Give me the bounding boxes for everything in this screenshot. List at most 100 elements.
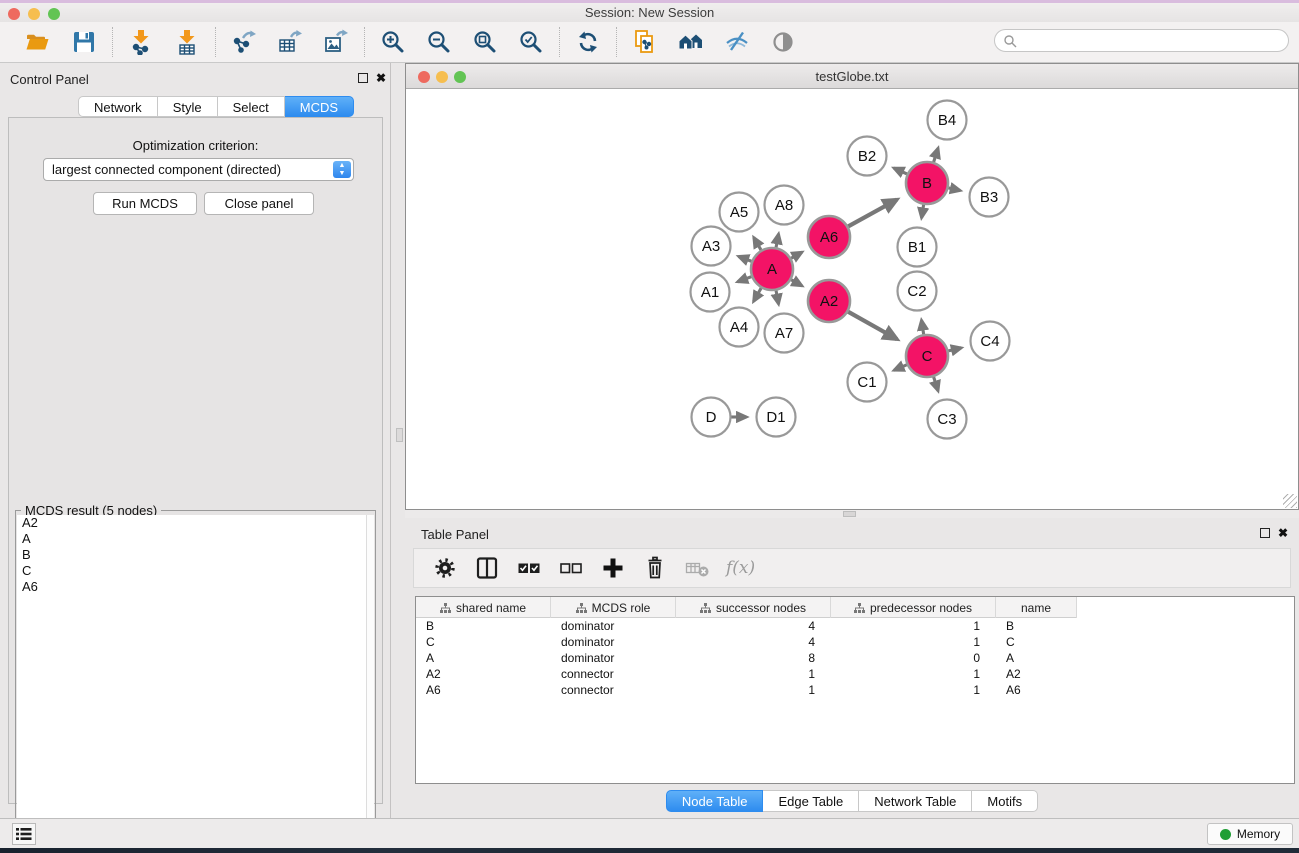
cell-name[interactable]: A	[996, 650, 1077, 666]
node-A2[interactable]: A2	[808, 280, 850, 322]
edge-A-A3[interactable]	[739, 256, 752, 261]
close-panel-button[interactable]: Close panel	[204, 192, 314, 215]
cell-MCDS-role[interactable]: dominator	[551, 650, 676, 666]
cell-name[interactable]: A6	[996, 682, 1077, 698]
export-image-icon[interactable]	[322, 28, 350, 56]
mcds-result-item[interactable]: A2	[17, 515, 368, 531]
mcds-result-item[interactable]: A	[17, 531, 368, 547]
node-D1[interactable]: D1	[757, 398, 796, 437]
run-mcds-button[interactable]: Run MCDS	[93, 192, 197, 215]
import-network-icon[interactable]	[127, 28, 155, 56]
table-row[interactable]: Adominator80A	[416, 650, 1077, 666]
network-window-titlebar[interactable]: testGlobe.txt	[406, 64, 1298, 89]
node-B4[interactable]: B4	[928, 101, 967, 140]
node-A5[interactable]: A5	[720, 193, 759, 232]
cell-predecessor-nodes[interactable]: 0	[831, 650, 996, 666]
table-tab-motifs[interactable]: Motifs	[972, 790, 1038, 812]
hide-panel-icon[interactable]	[723, 28, 751, 56]
edge-A2-C[interactable]	[848, 312, 897, 339]
edge-C-C1[interactable]	[894, 365, 907, 371]
cell-shared-name[interactable]: A2	[416, 666, 551, 682]
table-tab-network-table[interactable]: Network Table	[859, 790, 972, 812]
import-table-icon[interactable]	[173, 28, 201, 56]
zoom-in-icon[interactable]	[379, 28, 407, 56]
node-C4[interactable]: C4	[971, 322, 1010, 361]
show-all-networks-icon[interactable]	[677, 28, 705, 56]
window-minimize-traffic-light[interactable]	[436, 71, 448, 83]
edge-C-C4[interactable]	[948, 348, 961, 351]
task-history-button[interactable]	[12, 823, 36, 845]
column-header-successor-nodes[interactable]: successor nodes	[676, 597, 831, 618]
zoom-traffic-light[interactable]	[48, 8, 60, 20]
tab-mcds[interactable]: MCDS	[285, 96, 354, 117]
cell-predecessor-nodes[interactable]: 1	[831, 682, 996, 698]
cell-successor-nodes[interactable]: 1	[676, 666, 831, 682]
float-table-panel-icon[interactable]	[1260, 528, 1270, 538]
close-traffic-light[interactable]	[8, 8, 20, 20]
column-header-name[interactable]: name	[996, 597, 1077, 618]
delete-table-icon[interactable]	[684, 555, 710, 581]
network-canvas[interactable]: AA1A3A4A5A7A8A6A2BB1B2B3B4CC1C2C3C4DD1	[406, 89, 1298, 509]
node-C3[interactable]: C3	[928, 400, 967, 439]
node-A[interactable]: A	[751, 248, 793, 290]
mcds-result-list[interactable]: A2ABCA6	[17, 515, 368, 853]
mcds-result-item[interactable]: A6	[17, 579, 368, 595]
edge-A6-B[interactable]	[848, 200, 897, 227]
edge-C-C3[interactable]	[934, 377, 938, 391]
close-table-panel-icon[interactable]: ✖	[1278, 526, 1288, 540]
optimization-criterion-select[interactable]: largest connected component (directed) ▲…	[43, 158, 354, 181]
edge-C-C2[interactable]	[921, 320, 923, 334]
edge-A-A5[interactable]	[754, 237, 761, 249]
cell-shared-name[interactable]: A	[416, 650, 551, 666]
cell-successor-nodes[interactable]: 1	[676, 682, 831, 698]
node-B2[interactable]: B2	[848, 137, 887, 176]
table-row[interactable]: Bdominator41B	[416, 618, 1077, 634]
cell-shared-name[interactable]: B	[416, 618, 551, 634]
edge-A-A8[interactable]	[776, 234, 779, 247]
cell-MCDS-role[interactable]: dominator	[551, 634, 676, 650]
window-resize-grip[interactable]	[1283, 494, 1297, 508]
show-column-icon[interactable]	[474, 555, 500, 581]
node-A1[interactable]: A1	[691, 273, 730, 312]
edge-B-B4[interactable]	[934, 148, 938, 162]
edge-A-A1[interactable]	[738, 277, 752, 282]
export-network-icon[interactable]	[230, 28, 258, 56]
zoom-selected-icon[interactable]	[517, 28, 545, 56]
table-row[interactable]: A6connector11A6	[416, 682, 1077, 698]
memory-button[interactable]: Memory	[1207, 823, 1293, 845]
create-column-icon[interactable]	[600, 555, 626, 581]
search-field[interactable]	[994, 29, 1289, 52]
window-close-traffic-light[interactable]	[418, 71, 430, 83]
table-row[interactable]: Cdominator41C	[416, 634, 1077, 650]
cell-MCDS-role[interactable]: dominator	[551, 618, 676, 634]
edge-A-A2[interactable]	[791, 280, 802, 286]
cell-MCDS-role[interactable]: connector	[551, 682, 676, 698]
node-B1[interactable]: B1	[898, 228, 937, 267]
cell-MCDS-role[interactable]: connector	[551, 666, 676, 682]
show-graphics-details-icon[interactable]	[769, 28, 797, 56]
result-scrollbar[interactable]	[366, 515, 374, 853]
cell-name[interactable]: A2	[996, 666, 1077, 682]
tab-network[interactable]: Network	[78, 96, 158, 117]
select-all-check-icon[interactable]	[516, 555, 542, 581]
node-D[interactable]: D	[692, 398, 731, 437]
node-C2[interactable]: C2	[898, 272, 937, 311]
node-C1[interactable]: C1	[848, 363, 887, 402]
node-C[interactable]: C	[906, 335, 948, 377]
save-session-icon[interactable]	[70, 28, 98, 56]
cell-successor-nodes[interactable]: 4	[676, 618, 831, 634]
network-graph[interactable]: AA1A3A4A5A7A8A6A2BB1B2B3B4CC1C2C3C4DD1	[406, 89, 1298, 509]
node-A6[interactable]: A6	[808, 216, 850, 258]
node-A3[interactable]: A3	[692, 227, 731, 266]
column-header-MCDS-role[interactable]: MCDS role	[551, 597, 676, 618]
edge-A-A6[interactable]	[791, 252, 802, 258]
app-titlebar[interactable]: Session: New Session	[0, 3, 1299, 22]
node-A7[interactable]: A7	[765, 314, 804, 353]
cell-successor-nodes[interactable]: 4	[676, 634, 831, 650]
deselect-all-check-icon[interactable]	[558, 555, 584, 581]
network-view-window[interactable]: testGlobe.txt AA1A3A4A5A7A8A6A2BB1B2B3B4…	[405, 63, 1299, 510]
close-panel-icon[interactable]: ✖	[376, 71, 386, 85]
cell-shared-name[interactable]: C	[416, 634, 551, 650]
cell-successor-nodes[interactable]: 8	[676, 650, 831, 666]
delete-column-icon[interactable]	[642, 555, 668, 581]
